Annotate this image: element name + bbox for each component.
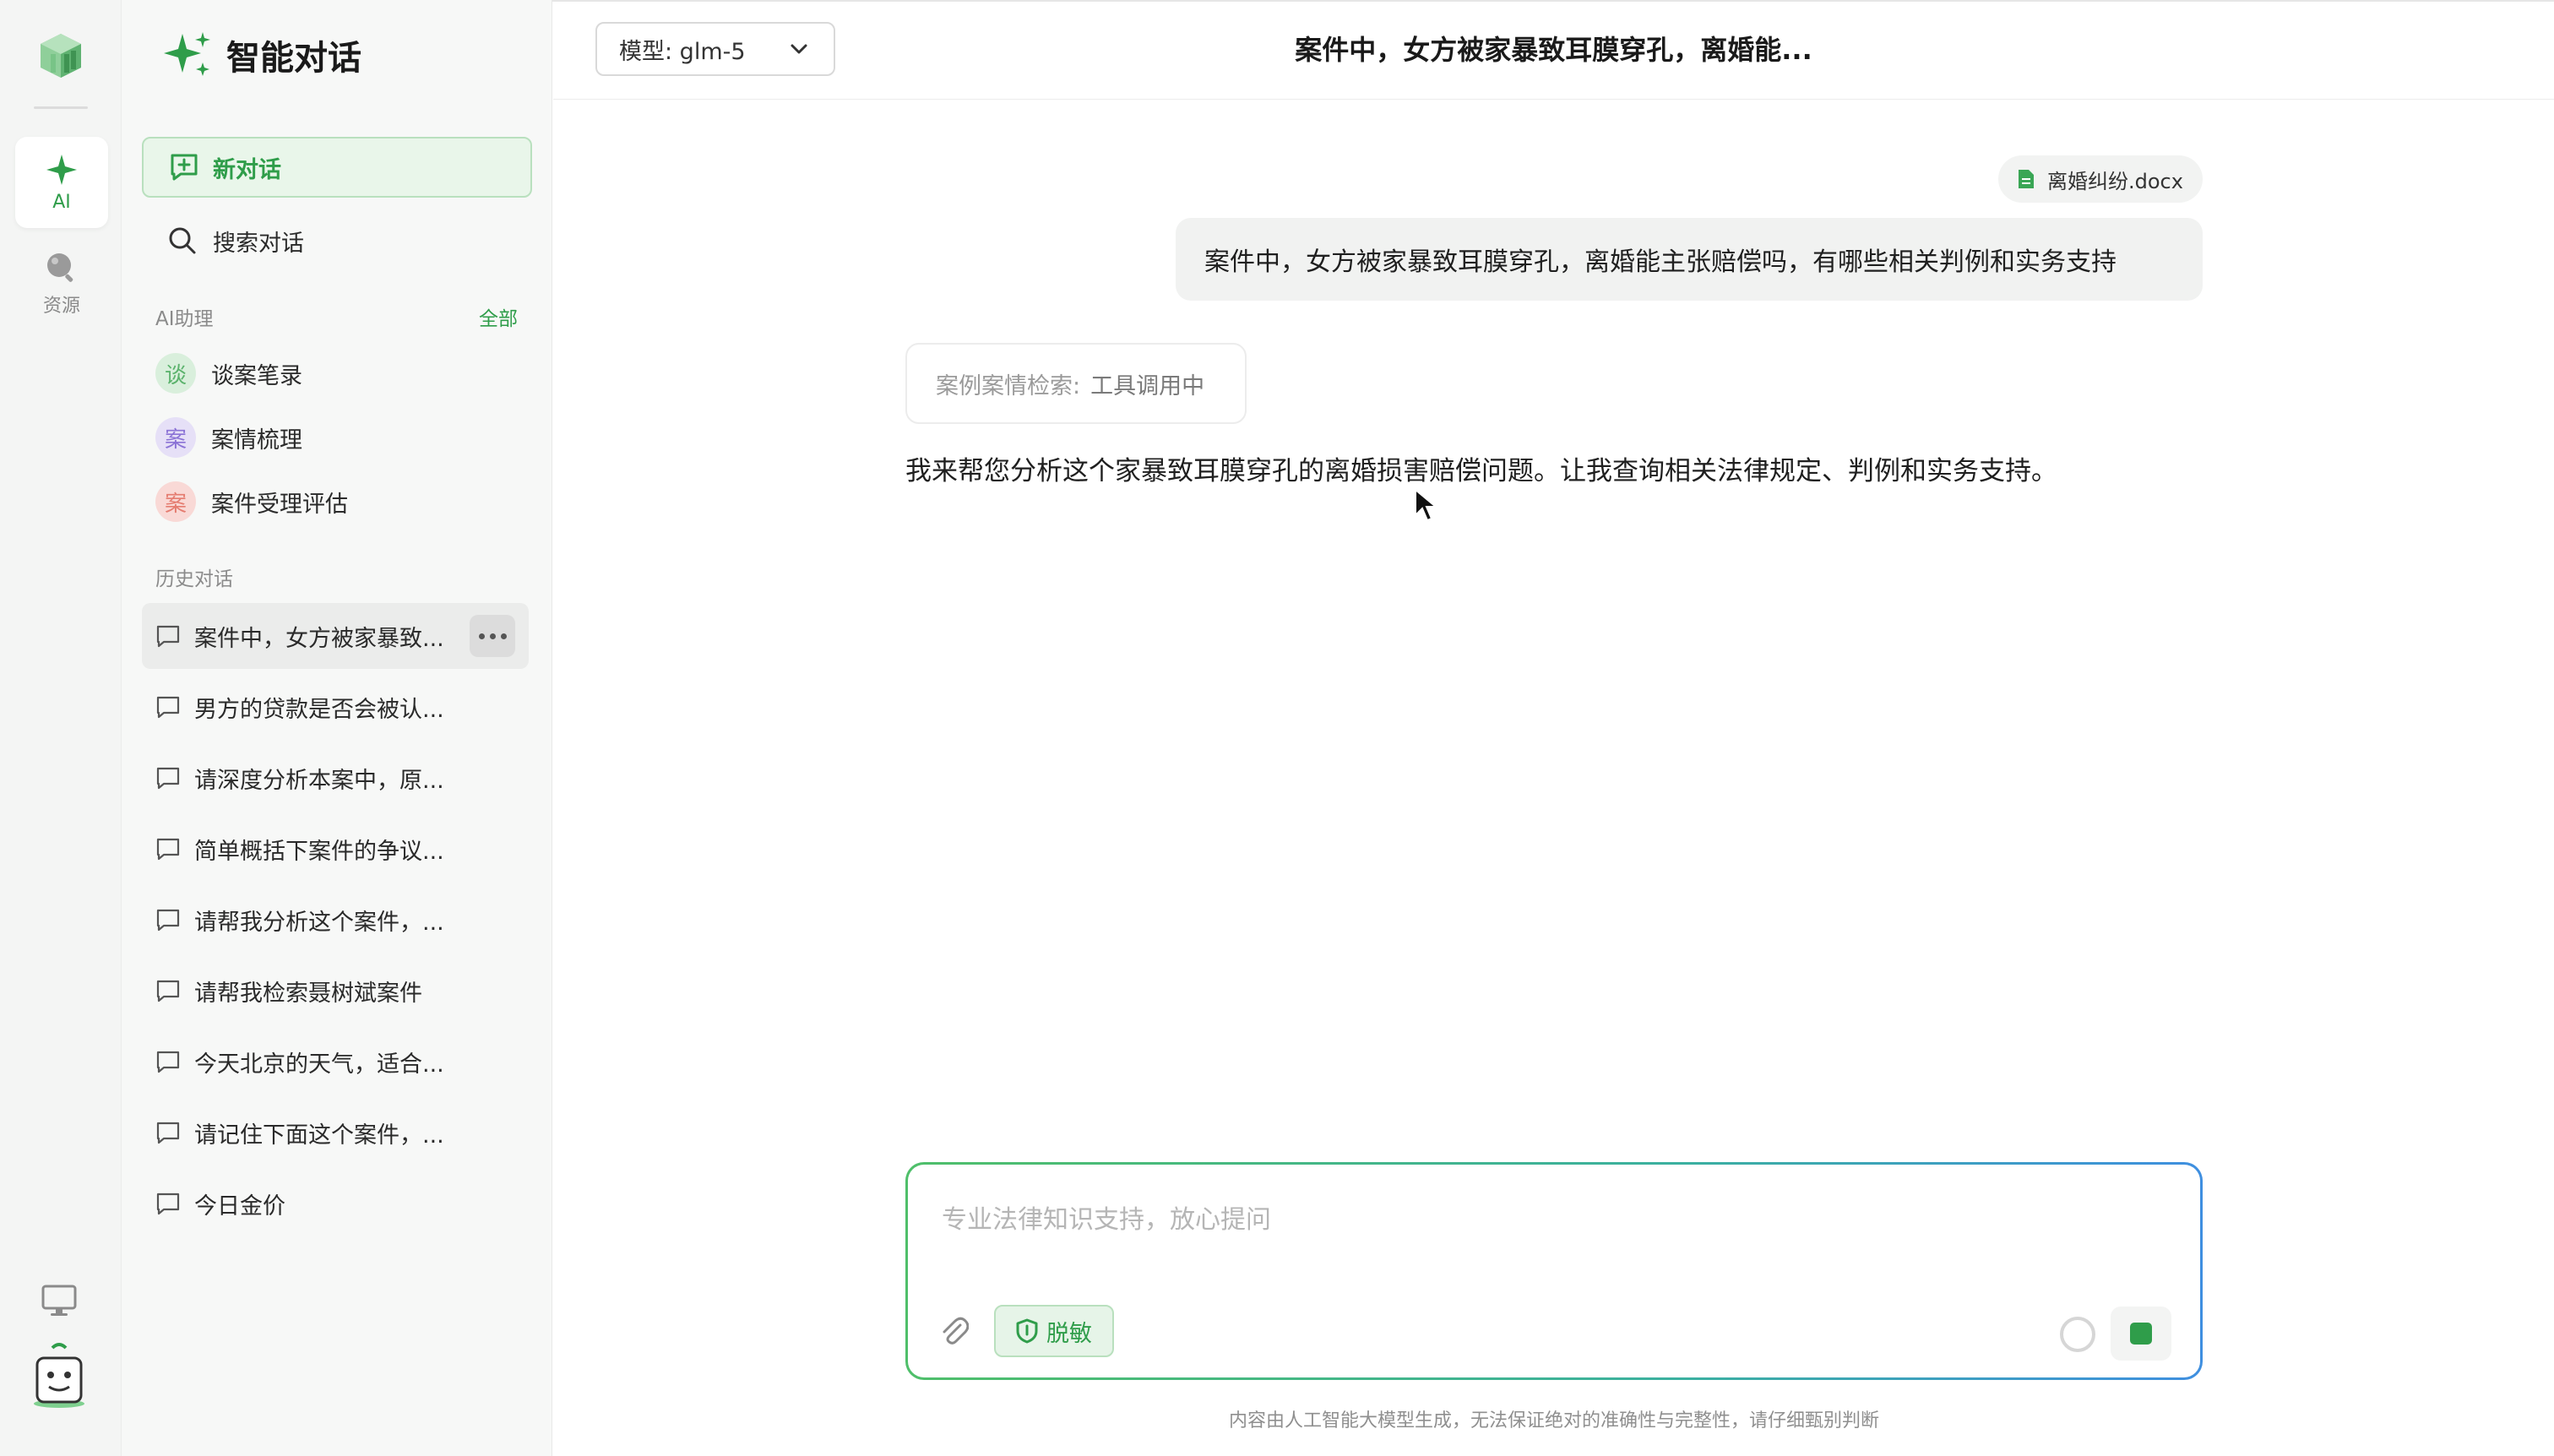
search-chats-label: 搜索对话 <box>213 230 304 257</box>
chat-bubble-icon <box>156 767 180 790</box>
tool-call-state: 工具调用中 <box>1090 372 1205 399</box>
rail-item-resources[interactable]: 资源 <box>15 238 108 329</box>
loading-spinner <box>2060 1317 2095 1352</box>
desensitize-button[interactable]: 脱敏 <box>994 1305 1114 1357</box>
sparkles-icon <box>164 32 210 76</box>
document-icon <box>2019 170 2034 188</box>
assistants-all-link[interactable]: 全部 <box>479 302 518 331</box>
search-globe-icon <box>47 253 73 282</box>
new-chat-icon <box>171 154 198 181</box>
conversation-title: 案件中，女方被家暴致耳膜穿孔，离婚能... <box>1295 34 1812 66</box>
history-item-label: 男方的贷款是否会被认... <box>194 696 444 723</box>
user-message: 案件中，女方被家暴致耳膜穿孔，离婚能主张赔偿吗，有哪些相关判例和实务支持 <box>1176 218 2203 301</box>
sparkle-icon <box>46 154 77 185</box>
assistant-item[interactable]: 案案情梳理 <box>155 412 302 463</box>
history-item[interactable]: 今天北京的天气，适合... <box>142 1029 529 1095</box>
dot <box>478 633 485 639</box>
assistant-badge: 案 <box>155 481 196 522</box>
search-icon <box>169 227 196 254</box>
rail-divider <box>34 106 88 109</box>
top-bar: 模型: glm-5 案件中，女方被家暴致耳膜穿孔，离婚能... <box>553 2 2554 100</box>
chat-bubble-icon <box>156 980 180 1002</box>
history-item-label: 请记住下面这个案件，... <box>194 1122 444 1149</box>
assistant-item[interactable]: 谈谈案笔录 <box>155 348 302 399</box>
attachment-name: 离婚纠纷.docx <box>2047 169 2183 193</box>
chat-bubble-icon <box>156 1193 180 1215</box>
history-item[interactable]: 案件中，女方被家暴致... <box>142 603 529 669</box>
history-item-label: 案件中，女方被家暴致... <box>194 625 444 652</box>
rail-item-ai[interactable]: AI <box>15 137 108 228</box>
assistants-section-label: AI助理 <box>155 308 214 330</box>
mouse-cursor-icon <box>1415 488 1437 522</box>
history-item-label: 请深度分析本案中，原... <box>194 767 444 794</box>
chat-input-inner: 专业法律知识支持，放心提问 脱敏 <box>908 1165 2200 1377</box>
more-options-button[interactable] <box>470 615 515 657</box>
assistant-badge: 谈 <box>155 353 196 394</box>
paperclip-icon[interactable] <box>938 1313 969 1347</box>
chat-bubble-icon <box>156 1051 180 1073</box>
rail-item-ai-label: AI <box>52 191 71 213</box>
chat-input-box[interactable]: 专业法律知识支持，放心提问 脱敏 <box>905 1162 2203 1380</box>
assistant-badge: 案 <box>155 417 196 458</box>
assistant-label: 案情梳理 <box>211 426 302 454</box>
new-chat-label: 新对话 <box>213 156 281 183</box>
history-section-label: 历史对话 <box>155 568 233 590</box>
history-item-label: 请帮我检索聂树斌案件 <box>194 980 422 1007</box>
chat-bubble-icon <box>156 838 180 861</box>
app-window: AI 资源 智能对话 新对话 搜索对话 AI助理 全部 谈 谈案笔录 案 案情梳… <box>0 0 2554 1456</box>
chat-bubble-icon <box>156 909 180 932</box>
assistant-message: 我来帮您分析这个家暴致耳膜穿孔的离婚损害赔偿问题。让我查询相关法律规定、判例和实… <box>905 456 2057 486</box>
tool-call-name: 案例案情检索: <box>936 372 1081 399</box>
dot <box>500 633 507 639</box>
history-item[interactable]: 请帮我分析这个案件，... <box>142 887 529 953</box>
rail-item-resources-label: 资源 <box>42 296 80 317</box>
history-item-label: 请帮我分析这个案件，... <box>194 909 444 936</box>
user-message-text: 案件中，女方被家暴致耳膜穿孔，离婚能主张赔偿吗，有哪些相关判例和实务支持 <box>1204 247 2117 277</box>
app-logo-icon[interactable] <box>34 29 88 83</box>
left-rail: AI 资源 <box>0 0 122 1456</box>
chat-input[interactable]: 专业法律知识支持，放心提问 <box>942 1198 1271 1236</box>
attachment-chip[interactable]: 离婚纠纷.docx <box>1998 155 2203 203</box>
sidebar: 智能对话 新对话 搜索对话 AI助理 全部 谈谈案笔录案案情梳理案案件受理评估 … <box>122 0 552 1456</box>
user-avatar[interactable] <box>29 1341 90 1409</box>
chat-bubble-icon <box>156 1122 180 1144</box>
chat-bubble-icon <box>156 625 180 648</box>
history-item-label: 今天北京的天气，适合... <box>194 1051 444 1078</box>
desensitize-label: 脱敏 <box>1046 1320 1092 1347</box>
monitor-icon[interactable] <box>41 1284 78 1317</box>
stop-generation-button[interactable] <box>2111 1307 2171 1361</box>
sidebar-title: 智能对话 <box>162 29 361 81</box>
shield-icon <box>1016 1318 1038 1344</box>
chat-bubble-icon <box>156 696 180 719</box>
new-chat-button[interactable]: 新对话 <box>142 137 532 198</box>
assistant-label: 案件受理评估 <box>211 491 348 518</box>
disclaimer: 内容由人工智能大模型生成，无法保证绝对的准确性与完整性，请仔细甄别判断 <box>1228 1410 1879 1432</box>
history-item[interactable]: 今日金价 <box>142 1171 529 1236</box>
stop-icon <box>2130 1323 2152 1345</box>
dot <box>489 633 496 639</box>
history-item[interactable]: 请帮我检索聂树斌案件 <box>142 958 529 1024</box>
sidebar-title-text: 智能对话 <box>226 39 361 78</box>
history-item[interactable]: 请记住下面这个案件，... <box>142 1100 529 1165</box>
history-item[interactable]: 请深度分析本案中，原... <box>142 745 529 811</box>
history-item-label: 今日金价 <box>194 1193 285 1220</box>
assistant-item[interactable]: 案案件受理评估 <box>155 476 348 527</box>
tool-call-status[interactable]: 案例案情检索: 工具调用中 <box>905 343 1247 424</box>
history-item-label: 简单概括下案件的争议... <box>194 838 444 865</box>
history-item[interactable]: 简单概括下案件的争议... <box>142 816 529 882</box>
history-item[interactable]: 男方的贷款是否会被认... <box>142 674 529 740</box>
search-chats-button[interactable]: 搜索对话 <box>142 211 532 270</box>
assistant-label: 谈案笔录 <box>211 362 302 389</box>
